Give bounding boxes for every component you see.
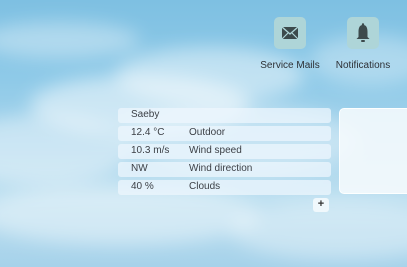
- notifications-tile[interactable]: [347, 17, 379, 49]
- weather-widget: Saeby 12.4 °C Outdoor 10.3 m/s Wind spee…: [118, 108, 331, 198]
- weather-row-wind-direction: NW Wind direction: [118, 162, 331, 177]
- bell-icon: [356, 23, 370, 42]
- notifications-button[interactable]: Notifications: [327, 17, 399, 79]
- add-widget-button[interactable]: +: [313, 198, 329, 212]
- side-panel: [339, 108, 407, 194]
- weather-value: 40 %: [131, 181, 154, 192]
- service-mails-label: Service Mails: [260, 60, 320, 71]
- weather-label: Wind speed: [189, 145, 242, 156]
- service-mails-tile[interactable]: [274, 17, 306, 49]
- weather-row-clouds: 40 % Clouds: [118, 180, 331, 195]
- weather-value: 12.4 °C: [131, 127, 165, 138]
- notifications-label: Notifications: [335, 60, 391, 71]
- weather-location: Saeby: [131, 109, 160, 120]
- weather-value: 10.3 m/s: [131, 145, 170, 156]
- weather-value: NW: [131, 163, 148, 174]
- weather-row-wind-speed: 10.3 m/s Wind speed: [118, 144, 331, 159]
- envelope-icon: [281, 26, 299, 40]
- service-mails-button[interactable]: Service Mails: [254, 17, 326, 79]
- weather-label: Wind direction: [189, 163, 253, 174]
- weather-label: Outdoor: [189, 127, 226, 138]
- weather-location-row: Saeby: [118, 108, 331, 123]
- weather-row-outdoor: 12.4 °C Outdoor: [118, 126, 331, 141]
- weather-label: Clouds: [189, 181, 221, 192]
